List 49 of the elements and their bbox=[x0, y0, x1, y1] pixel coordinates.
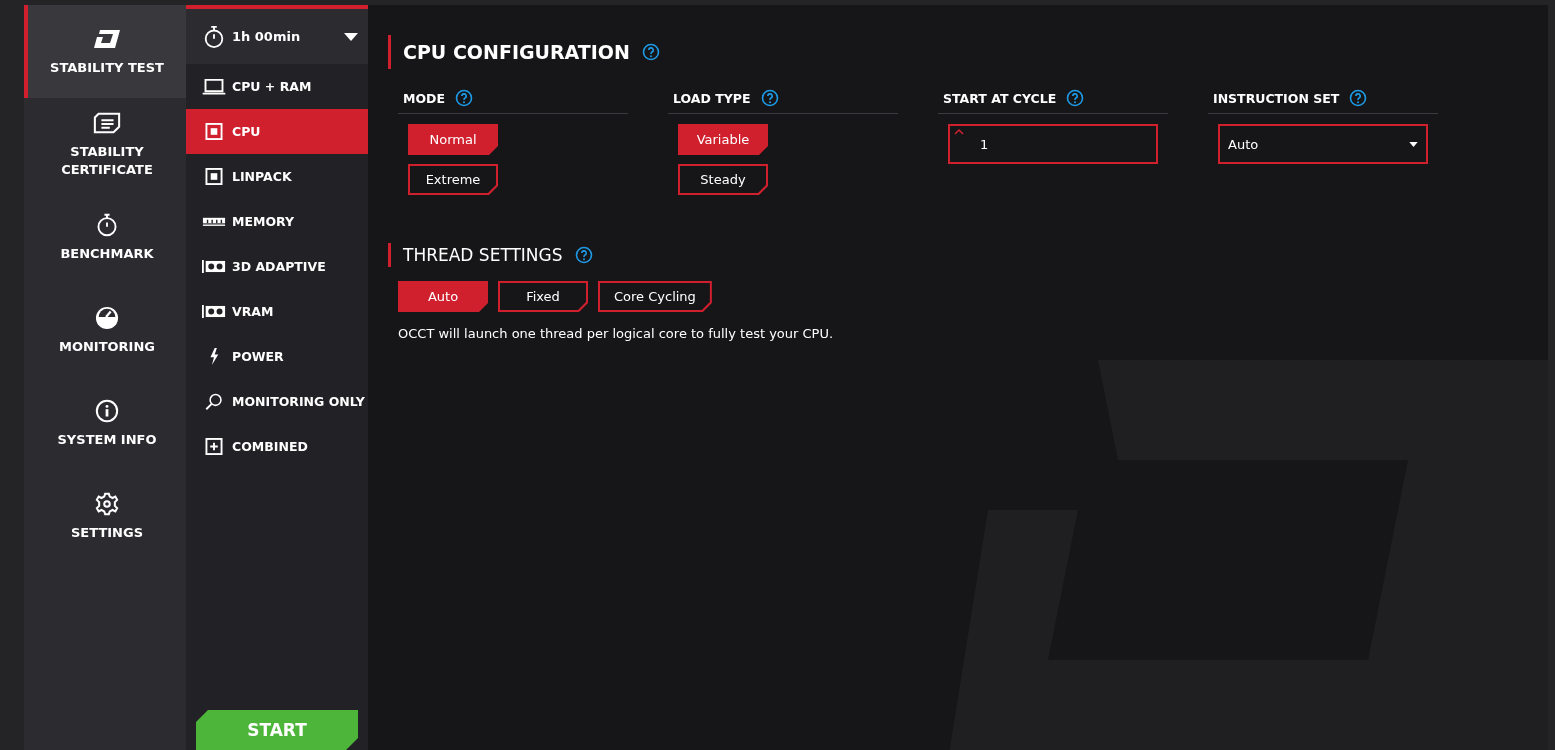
test-item[interactable]: COMBINED bbox=[186, 424, 368, 469]
nav-item[interactable]: SETTINGS bbox=[24, 470, 186, 563]
help-icon[interactable] bbox=[1066, 89, 1085, 107]
graphics-card-icon bbox=[202, 258, 226, 275]
section-title: CPU CONFIGURATION bbox=[403, 41, 630, 63]
help-icon[interactable] bbox=[760, 89, 779, 107]
instruction-set-dropdown[interactable]: Auto bbox=[1218, 124, 1428, 164]
option-button[interactable]: Steady bbox=[678, 164, 768, 195]
field-label: INSTRUCTION SET bbox=[1213, 90, 1340, 106]
option-button[interactable]: Core Cycling bbox=[598, 281, 712, 312]
section-title: THREAD SETTINGS bbox=[403, 245, 563, 265]
spin-up-icon[interactable] bbox=[954, 129, 964, 135]
help-icon[interactable] bbox=[455, 89, 473, 107]
option-button[interactable]: Extreme bbox=[408, 164, 498, 195]
test-item[interactable]: 3D ADAPTIVE bbox=[186, 244, 368, 289]
certificate-icon bbox=[93, 110, 121, 135]
test-item[interactable]: POWER bbox=[186, 334, 368, 379]
test-item[interactable]: CPU bbox=[186, 109, 368, 154]
test-item[interactable]: LINPACK bbox=[186, 154, 368, 199]
test-item[interactable]: VRAM bbox=[186, 289, 368, 334]
test-item[interactable]: CPU + RAM bbox=[186, 64, 368, 109]
option-button[interactable]: Auto bbox=[398, 281, 488, 312]
nav-item[interactable]: MONITORING bbox=[24, 284, 186, 377]
caret-icon bbox=[344, 32, 358, 41]
field-label: START AT CYCLE bbox=[943, 90, 1057, 106]
stopwatch-icon bbox=[202, 24, 226, 49]
nav-item[interactable]: BENCHMARK bbox=[24, 191, 186, 284]
settings-icon bbox=[93, 491, 121, 516]
option-button[interactable]: Variable bbox=[678, 124, 768, 155]
help-icon[interactable] bbox=[574, 246, 593, 264]
nav-item[interactable]: STABILITY TEST bbox=[24, 5, 186, 98]
caret-icon bbox=[1409, 141, 1418, 147]
help-icon[interactable] bbox=[1349, 89, 1368, 107]
test-item[interactable]: MONITORING ONLY bbox=[186, 379, 368, 424]
graphics-card-icon bbox=[202, 303, 226, 320]
laptop-icon bbox=[202, 78, 226, 95]
option-button[interactable]: Fixed bbox=[498, 281, 588, 312]
info-icon bbox=[93, 398, 121, 423]
help-icon[interactable] bbox=[641, 43, 660, 61]
field-label: MODE bbox=[403, 90, 445, 106]
nav-item[interactable]: SYSTEM INFO bbox=[24, 377, 186, 470]
nav-item[interactable]: STABILITY CERTIFICATE bbox=[24, 98, 186, 191]
number-field[interactable]: 1 bbox=[948, 124, 1158, 164]
gauge-icon bbox=[93, 305, 121, 330]
test-item[interactable]: MEMORY bbox=[186, 199, 368, 244]
option-button[interactable]: Normal bbox=[408, 124, 498, 155]
thread-description: OCCT will launch one thread per logical core to fully test your CPU. bbox=[398, 326, 835, 341]
field-label: LOAD TYPE bbox=[673, 90, 751, 106]
duration-dropdown[interactable]: 1h 00min bbox=[186, 9, 368, 64]
